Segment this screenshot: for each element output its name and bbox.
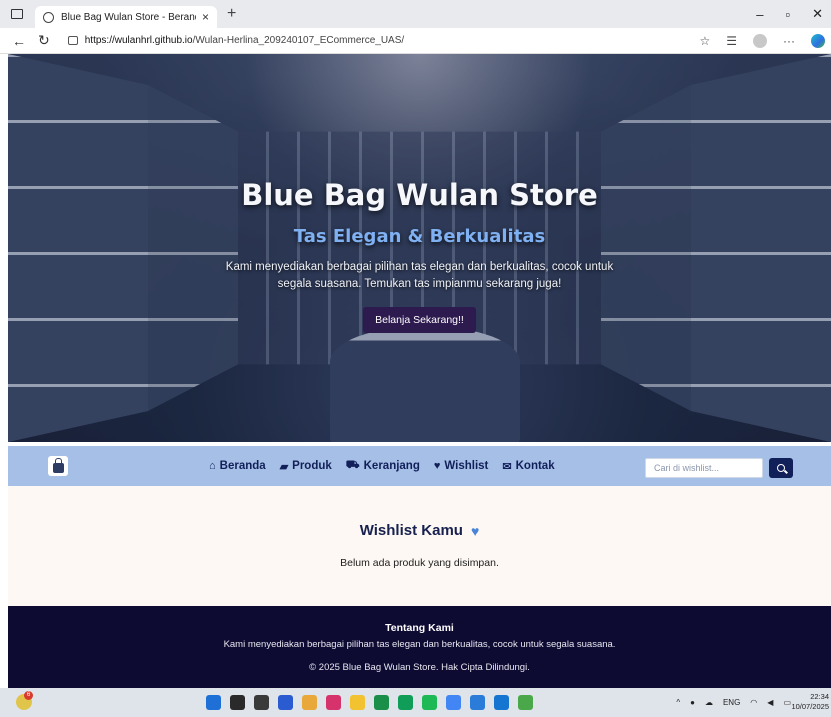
nav-links: ⌂ Beranda ▰ Produk ⛟ Keranjang ♥ Wishlis… (209, 446, 555, 486)
shop-now-button[interactable]: Belanja Sekarang!! (363, 307, 476, 333)
profile-avatar[interactable] (753, 34, 767, 48)
minimize-icon[interactable]: – (756, 7, 763, 22)
copilot-icon[interactable] (811, 34, 825, 48)
address-bar-actions: ☆ ☰ ··· (699, 28, 825, 54)
heart-icon: ♥ (433, 460, 441, 472)
store-logo[interactable] (48, 456, 68, 476)
wifi-icon[interactable]: ◠ (750, 698, 757, 707)
language-indicator[interactable]: ENG (723, 698, 740, 707)
taskbar-app-icon[interactable] (278, 695, 293, 710)
browser-tab-bar: Blue Bag Wulan Store - Beranda × + – ▫ ✕ (0, 0, 831, 28)
hero-subtitle: Tas Elegan & Berkualitas (293, 226, 546, 247)
back-icon[interactable]: ← (12, 33, 26, 49)
url-host: https://wulanhrl.github.io (84, 35, 193, 46)
new-tab-button[interactable]: + (227, 5, 236, 23)
battery-icon[interactable]: ▭ (783, 698, 791, 707)
search-icon (777, 464, 785, 472)
taskbar-app-icon[interactable] (446, 695, 461, 710)
taskbar-apps (206, 688, 533, 717)
blue-heart-icon: ♥ (470, 522, 480, 539)
clock-date: 10/07/2025 (791, 702, 829, 711)
taskbar-app-icon[interactable] (470, 695, 485, 710)
globe-icon (43, 11, 54, 23)
cart-icon: ⛟ (345, 459, 360, 471)
favorites-list-icon[interactable]: ☰ (726, 34, 737, 48)
taskbar-app-icon[interactable] (398, 695, 413, 710)
address-bar: ← ↻ https://wulanhrl.github.io/Wulan-Her… (0, 28, 831, 54)
tray-cloud-icon[interactable]: ☁ (705, 698, 713, 707)
home-icon: ⌂ (209, 460, 216, 472)
nav-link-keranjang[interactable]: ⛟ Keranjang (346, 459, 420, 473)
taskbar-app-icon[interactable] (230, 695, 245, 710)
nav-link-beranda[interactable]: ⌂ Beranda (209, 460, 266, 472)
url-field[interactable]: https://wulanhrl.github.io/Wulan-Herlina… (67, 35, 405, 46)
search-button[interactable] (769, 458, 793, 478)
more-options-icon[interactable]: ··· (783, 34, 795, 48)
footer-title: Tentang Kami (385, 622, 454, 634)
wishlist-section: Wishlist Kamu ♥ Belum ada produk yang di… (8, 486, 831, 606)
wishlist-search (645, 458, 793, 478)
nav-link-label: Produk (292, 460, 332, 472)
tray-chevron-icon[interactable]: ^ (676, 698, 680, 707)
taskbar-app-icon[interactable] (494, 695, 509, 710)
close-window-icon[interactable]: ✕ (812, 6, 823, 22)
clock-time: 22:34 (810, 692, 829, 701)
nav-link-produk[interactable]: ▰ Produk (280, 460, 332, 473)
wishlist-empty-message: Belum ada produk yang disimpan. (340, 557, 499, 569)
bag-logo-icon (52, 457, 64, 473)
wishlist-search-input[interactable] (645, 458, 763, 478)
window-controls: – ▫ ✕ (756, 0, 831, 28)
wishlist-title: Wishlist Kamu ♥ (8, 522, 831, 539)
hero-description: Kami menyediakan berbagai pilihan tas el… (225, 261, 614, 290)
tab-title: Blue Bag Wulan Store - Beranda (61, 11, 196, 23)
hero-content: Blue Bag Wulan Store Tas Elegan & Berkua… (8, 178, 831, 333)
taskbar-app-icon[interactable] (350, 695, 365, 710)
nav-link-label: Keranjang (363, 460, 420, 472)
nav-link-label: Beranda (219, 460, 266, 472)
nav-link-label: Wishlist (444, 460, 489, 472)
tab-actions-icon[interactable] (11, 9, 23, 19)
tab-active[interactable]: Blue Bag Wulan Store - Beranda × (35, 6, 217, 28)
taskbar-app-icon[interactable] (326, 695, 341, 710)
volume-icon[interactable]: ◀ (767, 698, 773, 707)
nav-link-kontak[interactable]: ✉ Kontak (502, 460, 554, 473)
main-navbar: ⌂ Beranda ▰ Produk ⛟ Keranjang ♥ Wishlis… (8, 446, 831, 486)
envelope-icon: ✉ (502, 460, 512, 473)
notification-badge: 6 (24, 691, 33, 700)
footer-copyright: © 2025 Blue Bag Wulan Store. Hak Cipta D… (309, 662, 530, 673)
restore-icon[interactable]: ▫ (785, 7, 790, 22)
nav-link-label: Kontak (515, 460, 555, 472)
system-tray: ^ ● ☁ ENG ◠ ◀ ▭ (676, 688, 791, 717)
tray-app-icon[interactable]: ● (690, 698, 695, 707)
hero-title: Blue Bag Wulan Store (241, 178, 598, 212)
bag-icon: ▰ (279, 460, 289, 473)
wishlist-title-text: Wishlist Kamu (359, 522, 463, 539)
footer-description: Kami menyediakan berbagai pilihan tas el… (223, 639, 616, 650)
url-path: /Wulan-Herlina_209240107_ECommerce_UAS/ (192, 35, 405, 46)
taskbar-app-icon[interactable] (422, 695, 437, 710)
refresh-icon[interactable]: ↻ (38, 32, 50, 49)
site-info-icon[interactable] (67, 36, 78, 45)
footer: Tentang Kami Kami menyediakan berbagai p… (8, 606, 831, 688)
os-taskbar: 6 ^ ● ☁ ENG ◠ ◀ ▭ 22:34 10/07/2025 (0, 688, 831, 717)
tab-close-icon[interactable]: × (202, 10, 209, 24)
taskbar-app-icon[interactable] (518, 695, 533, 710)
taskbar-app-icon[interactable] (374, 695, 389, 710)
favorite-star-icon[interactable]: ☆ (699, 34, 710, 48)
nav-link-wishlist[interactable]: ♥ Wishlist (434, 460, 489, 472)
taskbar-app-icon[interactable] (302, 695, 317, 710)
taskbar-app-icon[interactable] (254, 695, 269, 710)
clock[interactable]: 22:34 10/07/2025 (791, 692, 829, 712)
hero-banner: Blue Bag Wulan Store Tas Elegan & Berkua… (8, 54, 831, 442)
taskbar-app-icon[interactable] (206, 695, 221, 710)
